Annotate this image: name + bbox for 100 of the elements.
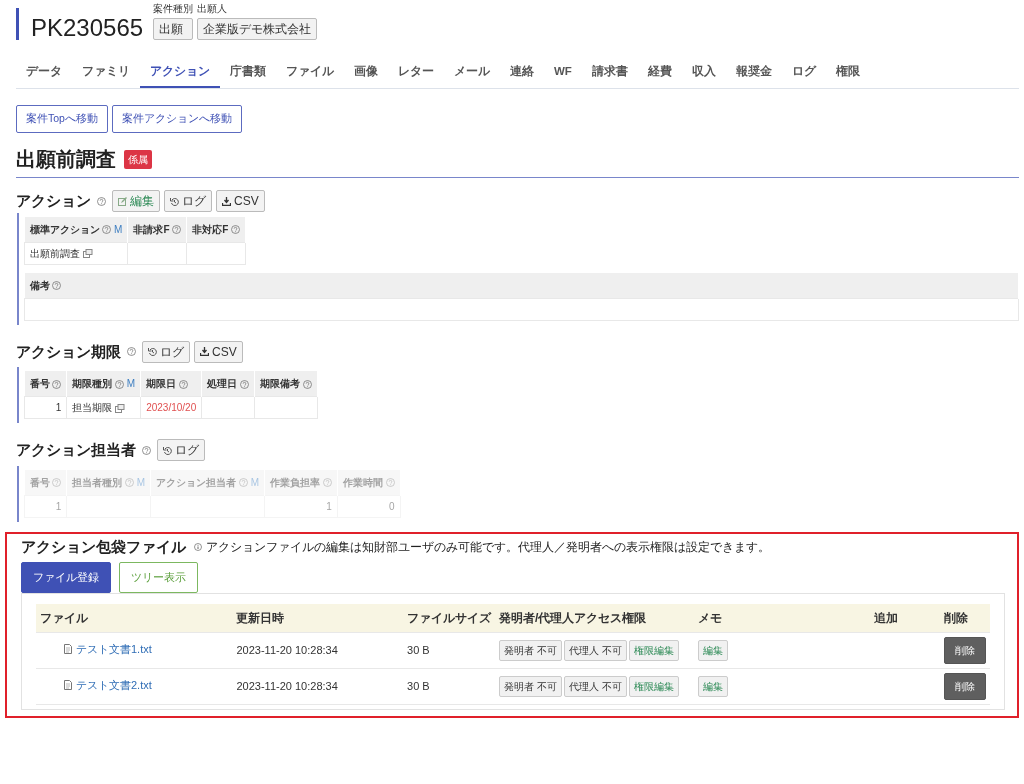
header-label: 作業負担率 xyxy=(270,476,321,488)
table-cell: 1 xyxy=(55,500,62,512)
header-label: 非請求F xyxy=(133,223,170,235)
header-label: 期限日 xyxy=(146,378,177,389)
log-button[interactable]: ログ xyxy=(142,340,190,363)
permission-edit-button[interactable]: 権限編集 xyxy=(628,639,679,661)
tab[interactable]: ファイル xyxy=(276,60,344,89)
edit-button[interactable]: 編集 xyxy=(112,190,160,213)
tab[interactable]: 報奨金 xyxy=(725,60,782,89)
column-header: 更新日時 xyxy=(236,610,285,625)
section-heading: アクション期限 xyxy=(16,341,121,362)
help-icon xyxy=(115,379,125,389)
copy-icon[interactable] xyxy=(82,249,93,259)
permission-edit-button[interactable]: 権限編集 xyxy=(628,675,679,697)
table-cell: 1 xyxy=(326,500,332,512)
header-label: 番号 xyxy=(29,378,50,389)
access-tag: 発明者 不可 xyxy=(499,675,562,697)
history-icon xyxy=(148,347,157,357)
file-link[interactable]: テスト文書1.txt xyxy=(64,641,152,658)
field-label: 出願人 xyxy=(197,3,229,14)
header-label: 担当者種別 xyxy=(72,476,123,488)
history-icon xyxy=(170,196,179,206)
help-icon xyxy=(238,478,248,488)
help-icon xyxy=(302,379,312,389)
master-marker: M xyxy=(250,476,260,488)
copy-icon[interactable] xyxy=(115,403,126,413)
header-label: 番号 xyxy=(29,476,50,488)
master-marker: M xyxy=(136,476,146,488)
tab[interactable]: 画像 xyxy=(344,60,388,89)
column-header: 削除 xyxy=(943,610,968,625)
memo-edit-button[interactable]: 編集 xyxy=(697,639,728,661)
access-tag: 代理人 不可 xyxy=(563,639,627,661)
column-header: ファイル xyxy=(40,610,88,625)
file-link[interactable]: テスト文書2.txt xyxy=(64,677,152,694)
section-heading: アクション担当者 xyxy=(16,440,136,460)
help-icon xyxy=(142,445,151,455)
status-badge: 係属 xyxy=(124,149,152,169)
help-icon xyxy=(231,225,241,235)
access-tag: 代理人 不可 xyxy=(563,675,627,697)
tab[interactable]: アクション xyxy=(140,60,220,89)
csv-button[interactable]: CSV xyxy=(194,340,243,363)
field-value: 出願 xyxy=(153,18,194,40)
info-icon xyxy=(194,542,202,551)
remarks-label: 備考 xyxy=(29,279,50,291)
memo-edit-button[interactable]: 編集 xyxy=(697,675,728,697)
tab[interactable]: メール xyxy=(444,60,500,89)
header-label: 作業時間 xyxy=(342,476,383,488)
section-heading: アクション xyxy=(16,191,91,211)
access-tag: 発明者 不可 xyxy=(499,639,562,661)
header-label: 非対応F xyxy=(192,223,229,235)
log-button[interactable]: ログ xyxy=(164,190,212,213)
file-size: 30 B xyxy=(407,679,430,692)
column-header: メモ xyxy=(697,610,722,625)
master-marker: M xyxy=(114,223,123,235)
pencil-icon xyxy=(118,196,127,206)
tab[interactable]: 連絡 xyxy=(500,60,544,89)
delete-button[interactable]: 削除 xyxy=(943,636,986,664)
help-icon xyxy=(172,225,182,235)
updated-time: 2023-11-20 10:28:34 xyxy=(236,643,338,656)
help-icon xyxy=(102,225,112,235)
table-cell: 2023/10/20 xyxy=(146,402,197,413)
column-header: ファイルサイズ xyxy=(407,610,492,625)
field-value: 企業版デモ株式会社 xyxy=(197,18,318,40)
help-icon xyxy=(240,379,250,389)
download-icon xyxy=(222,196,231,206)
history-icon xyxy=(163,445,172,455)
delete-button[interactable]: 削除 xyxy=(943,672,986,700)
column-header: 発明者/代理人アクセス権限 xyxy=(499,610,647,625)
tab[interactable]: 請求書 xyxy=(581,60,638,89)
tab[interactable]: 経費 xyxy=(637,60,682,89)
header-label: 期限種別 xyxy=(72,378,113,389)
help-icon xyxy=(52,478,62,488)
help-icon xyxy=(385,478,395,488)
tab[interactable]: 収入 xyxy=(681,60,726,89)
nav-button[interactable]: 案件アクションへ移動 xyxy=(111,105,242,133)
help-icon xyxy=(127,347,136,357)
file-size: 30 B xyxy=(407,643,430,656)
field-label: 案件種別 xyxy=(153,3,194,14)
tab[interactable]: データ xyxy=(16,60,72,89)
help-icon xyxy=(125,478,135,488)
table-cell: 0 xyxy=(389,500,395,512)
help-icon xyxy=(178,379,188,389)
register-button[interactable]: ファイル登録 xyxy=(21,562,111,593)
table-cell: 1 xyxy=(55,402,62,413)
tab[interactable]: ファミリ xyxy=(72,60,140,89)
info-note: アクションファイルの編集は知財部ユーザのみ可能です。代理人／発明者への表示権限は設定できます。 xyxy=(206,538,770,556)
tab[interactable]: レター xyxy=(388,60,444,89)
case-number: PK230565 xyxy=(31,16,144,40)
tab[interactable]: WF xyxy=(544,60,582,89)
tab[interactable]: 権限 xyxy=(825,60,870,89)
tree-view-button[interactable]: ツリー表示 xyxy=(119,562,198,593)
help-icon xyxy=(52,379,62,389)
section-title: 出願前調査 xyxy=(16,147,116,171)
table-cell: 出願前調査 xyxy=(30,247,80,259)
csv-button[interactable]: CSV xyxy=(216,190,265,213)
tab[interactable]: ログ xyxy=(781,60,826,89)
nav-button[interactable]: 案件Topへ移動 xyxy=(16,105,108,133)
help-icon xyxy=(97,196,106,206)
tab[interactable]: 庁書類 xyxy=(220,60,276,89)
help-icon xyxy=(322,478,332,488)
